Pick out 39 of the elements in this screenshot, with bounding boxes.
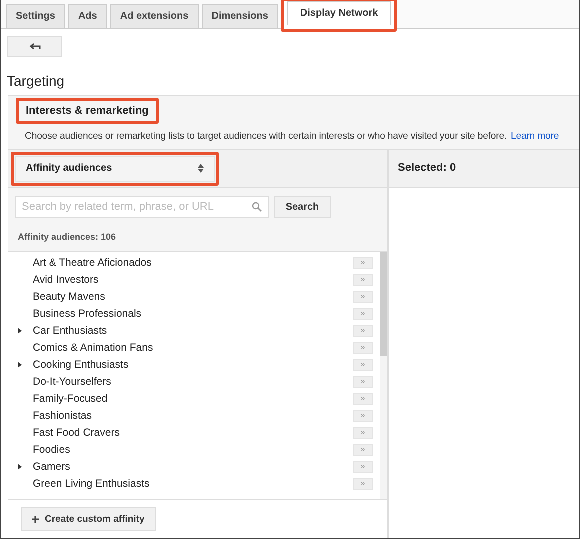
plus-icon — [32, 516, 39, 522]
panel-title: Interests & remarketing — [26, 105, 149, 117]
create-custom-affinity-button[interactable]: Create custom affinity — [21, 507, 156, 531]
audience-dropdown[interactable]: Affinity audiences — [15, 156, 215, 182]
audience-item[interactable]: Gamers — [33, 460, 353, 472]
section-title: Targeting — [6, 72, 66, 91]
search-button[interactable]: Search — [274, 196, 331, 218]
audience-item[interactable]: Business Professionals — [33, 308, 353, 320]
learn-more-link[interactable]: Learn more — [511, 131, 560, 142]
tab[interactable]: Settings — [6, 4, 66, 28]
audience-item[interactable]: Cooking Enthusiasts — [33, 358, 353, 370]
audience-item[interactable]: Beauty Mavens — [33, 290, 353, 302]
scrollbar-track[interactable] — [380, 252, 387, 499]
back-button[interactable] — [7, 36, 62, 57]
audience-item[interactable]: Family-Focused — [33, 392, 353, 404]
audience-item[interactable]: Avid Investors — [33, 274, 353, 286]
audience-item[interactable]: Green Living Enthusiasts — [33, 478, 353, 490]
tab[interactable]: Ads — [68, 4, 108, 28]
up-down-icon — [198, 164, 204, 173]
audience-item[interactable]: Car Enthusiasts — [33, 324, 353, 336]
expand-arrow-icon[interactable] — [18, 362, 22, 368]
audience-item[interactable]: Do-It-Yourselfers — [33, 376, 353, 388]
tab[interactable]: Dimensions — [202, 4, 278, 28]
tab[interactable]: Display Network — [287, 1, 392, 25]
description-text: Choose audiences or remarketing lists to target audiences with certain interests or who have visited your site before. — [25, 131, 507, 142]
audience-item[interactable]: Foodies — [33, 444, 353, 456]
tab[interactable]: Ad extensions — [110, 4, 199, 28]
audience-item[interactable]: Fashionistas — [33, 410, 353, 422]
search-icon — [252, 202, 262, 212]
audience-item[interactable]: Fast Food Cravers — [33, 426, 353, 438]
back-arrow-icon — [28, 42, 40, 50]
search-field[interactable]: Search by related term, phrase, or URL — [15, 196, 269, 218]
dropdown-value: Affinity audiences — [26, 163, 112, 174]
expand-arrow-icon[interactable] — [18, 464, 22, 470]
audience-item[interactable]: Art & Theatre Aficionados — [33, 256, 353, 268]
expand-arrow-icon[interactable] — [18, 328, 22, 334]
selected-header: Selected: 0 — [389, 150, 579, 188]
scrollbar-thumb[interactable] — [380, 252, 387, 356]
audience-item[interactable]: Comics & Animation Fans — [33, 342, 353, 354]
